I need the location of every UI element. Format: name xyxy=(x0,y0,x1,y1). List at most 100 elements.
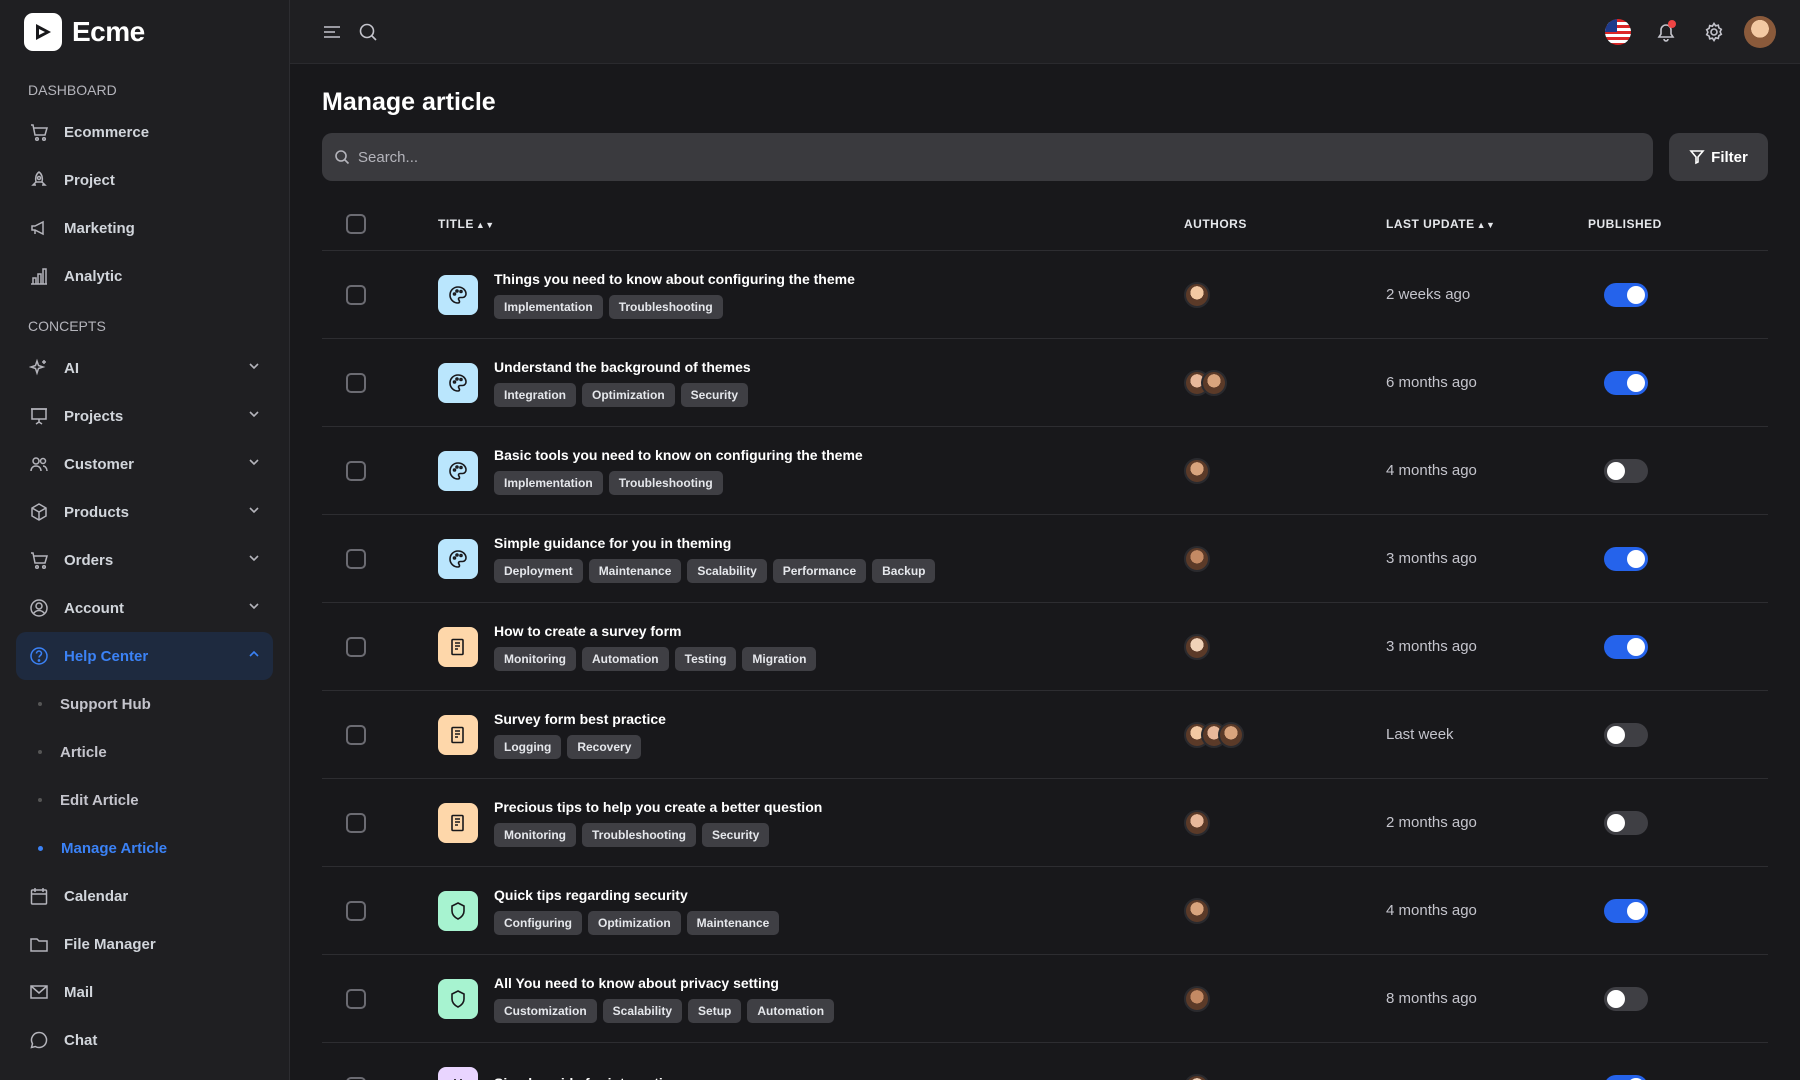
author-avatar[interactable] xyxy=(1184,281,1210,308)
article-title[interactable]: Basic tools you need to know on configur… xyxy=(494,447,863,463)
row-checkbox[interactable] xyxy=(346,372,366,393)
published-toggle[interactable] xyxy=(1604,810,1648,835)
nav-item-orders[interactable]: Orders xyxy=(16,536,273,584)
published-toggle[interactable] xyxy=(1604,634,1648,659)
table-row[interactable]: Basic tools you need to know on configur… xyxy=(322,427,1768,515)
nav-item-file-manager[interactable]: File Manager xyxy=(16,920,273,968)
table-row[interactable]: Survey form best practice Logging Recovery… xyxy=(322,691,1768,779)
notification-button[interactable] xyxy=(1648,14,1684,50)
search-icon[interactable] xyxy=(350,14,386,50)
author-avatar[interactable] xyxy=(1184,897,1210,924)
table-body: Things you need to know about configurin… xyxy=(322,251,1768,1080)
published-toggle[interactable] xyxy=(1604,546,1648,571)
column-title[interactable]: TITLE ▲▼ xyxy=(438,217,1184,231)
author-avatars xyxy=(1184,281,1386,308)
table-row[interactable]: How to create a survey form Monitoring Aut… xyxy=(322,603,1768,691)
author-avatar[interactable] xyxy=(1201,369,1227,396)
filter-button[interactable]: Filter xyxy=(1669,133,1768,181)
nav-item-projects[interactable]: Projects xyxy=(16,392,273,440)
search-input[interactable] xyxy=(358,148,1641,166)
tag-badge: Performance xyxy=(772,558,867,583)
nav-item-calendar[interactable]: Calendar xyxy=(16,872,273,920)
nav-item-analytic[interactable]: Analytic xyxy=(16,252,273,300)
last-update: 3 months ago xyxy=(1386,549,1477,567)
row-checkbox[interactable] xyxy=(346,724,366,745)
select-all-checkbox[interactable] xyxy=(346,213,366,234)
table-row[interactable]: Precious tips to help you create a bette… xyxy=(322,779,1768,867)
gear-icon[interactable] xyxy=(1696,14,1732,50)
rocket-icon xyxy=(28,169,50,191)
nav-item-mail[interactable]: Mail xyxy=(16,968,273,1016)
brand[interactable]: Ecme xyxy=(0,0,289,64)
row-checkbox[interactable] xyxy=(346,548,366,569)
nav-item-customer[interactable]: Customer xyxy=(16,440,273,488)
search-row: Filter xyxy=(322,133,1768,181)
table-row[interactable]: All You need to know about privacy setti… xyxy=(322,955,1768,1043)
tag-badge: Scalability xyxy=(687,558,767,583)
article-title[interactable]: All You need to know about privacy setti… xyxy=(494,975,834,991)
sub-item-support-hub[interactable]: Support Hub xyxy=(16,680,273,728)
language-selector[interactable] xyxy=(1600,14,1636,50)
author-avatar[interactable] xyxy=(1184,809,1210,836)
author-avatar[interactable] xyxy=(1184,1073,1210,1080)
table-row[interactable]: Simple guidance for you in theming Deploy… xyxy=(322,515,1768,603)
author-avatar[interactable] xyxy=(1184,545,1210,572)
table-row[interactable]: Quick tips regarding security Configuring… xyxy=(322,867,1768,955)
nav-item-marketing[interactable]: Marketing xyxy=(16,204,273,252)
nav-item-chat[interactable]: Chat xyxy=(16,1016,273,1064)
nav-item-project[interactable]: Project xyxy=(16,156,273,204)
palette-icon xyxy=(438,274,478,315)
row-checkbox[interactable] xyxy=(346,988,366,1009)
published-toggle[interactable] xyxy=(1604,722,1648,747)
row-checkbox[interactable] xyxy=(346,284,366,305)
nav-label: Projects xyxy=(64,407,124,425)
author-avatar[interactable] xyxy=(1184,985,1210,1012)
sub-item-article[interactable]: Article xyxy=(16,728,273,776)
row-checkbox[interactable] xyxy=(346,1076,366,1080)
published-toggle[interactable] xyxy=(1604,1074,1648,1080)
tag-list: Customization Scalability Setup Automation xyxy=(494,998,835,1023)
author-avatar[interactable] xyxy=(1218,721,1244,748)
nav-item-products[interactable]: Products xyxy=(16,488,273,536)
row-checkbox[interactable] xyxy=(346,812,366,833)
sub-item-manage-article[interactable]: Manage Article xyxy=(16,824,273,872)
article-title[interactable]: Precious tips to help you create a bette… xyxy=(494,799,822,815)
article-title[interactable]: Survey form best practice xyxy=(494,711,666,727)
article-title[interactable]: Simple guidance for you in theming xyxy=(494,535,935,551)
article-title[interactable]: How to create a survey form xyxy=(494,623,816,639)
article-title[interactable]: Simple guide for integration xyxy=(494,1075,680,1080)
published-toggle[interactable] xyxy=(1604,986,1648,1011)
tag-badge: Configuring xyxy=(494,910,582,935)
row-checkbox[interactable] xyxy=(346,900,366,921)
nav-item-ai[interactable]: AI xyxy=(16,344,273,392)
sub-item-edit-article[interactable]: Edit Article xyxy=(16,776,273,824)
nav-item-ecommerce[interactable]: Ecommerce xyxy=(16,108,273,156)
column-last-update[interactable]: LAST UPDATE ▲▼ xyxy=(1386,217,1588,231)
table-header: TITLE ▲▼ AUTHORS LAST UPDATE ▲▼ PUBLISHED xyxy=(322,197,1768,251)
content: Manage article Filter TITLE▲▼ AUTHORS LA… xyxy=(290,64,1800,1080)
table-row[interactable]: Things you need to know about configurin… xyxy=(322,251,1768,339)
nav-label: Help Center xyxy=(64,647,149,665)
published-toggle[interactable] xyxy=(1604,458,1648,483)
chevron-up-icon xyxy=(247,647,261,665)
published-toggle[interactable] xyxy=(1604,370,1648,395)
table-row[interactable]: Simple guide for integration xyxy=(322,1043,1768,1080)
tag-badge: Automation xyxy=(581,646,669,671)
sub-label: Support Hub xyxy=(60,695,151,713)
user-avatar[interactable] xyxy=(1744,15,1776,48)
author-avatar[interactable] xyxy=(1184,633,1210,660)
menu-icon[interactable] xyxy=(314,14,350,50)
article-title[interactable]: Quick tips regarding security xyxy=(494,887,779,903)
article-title[interactable]: Things you need to know about configurin… xyxy=(494,271,855,287)
nav-item-help-center[interactable]: Help Center xyxy=(16,632,273,680)
published-toggle[interactable] xyxy=(1604,898,1648,923)
author-avatar[interactable] xyxy=(1184,457,1210,484)
nav-item-account[interactable]: Account xyxy=(16,584,273,632)
article-title[interactable]: Understand the background of themes xyxy=(494,359,751,375)
row-checkbox[interactable] xyxy=(346,460,366,481)
tag-list: Monitoring Troubleshooting Security xyxy=(494,822,822,847)
published-toggle[interactable] xyxy=(1604,282,1648,307)
table-row[interactable]: Understand the background of themes Integ… xyxy=(322,339,1768,427)
row-checkbox[interactable] xyxy=(346,636,366,657)
calendar-icon xyxy=(28,885,50,907)
